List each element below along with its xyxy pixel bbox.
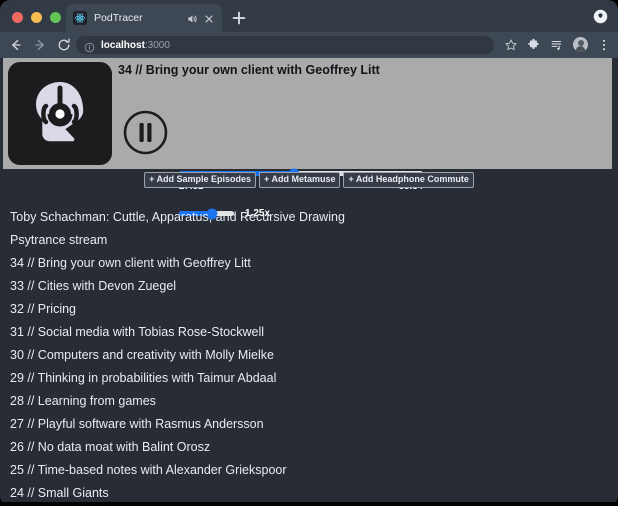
episode-list: Toby Schachman: Cuttle, Apparatus, and R… xyxy=(0,206,618,502)
episode-list-item[interactable]: 25 // Time-based notes with Alexander Gr… xyxy=(0,459,618,482)
new-tab-button[interactable] xyxy=(230,9,248,27)
address-bar-host: localhost xyxy=(101,39,145,51)
episode-list-item[interactable]: 24 // Small Giants xyxy=(0,482,618,502)
maximize-window-button[interactable] xyxy=(50,12,61,23)
episode-list-item[interactable]: 26 // No data moat with Balint Orosz xyxy=(0,436,618,459)
extensions-puzzle-icon[interactable] xyxy=(527,38,541,52)
add-feed-button-group: + Add Sample Episodes + Add Metamuse + Add… xyxy=(0,172,618,188)
speaker-icon[interactable] xyxy=(186,12,198,24)
episode-list-item[interactable]: 29 // Thinking in probabilities with Tai… xyxy=(0,367,618,390)
address-bar-port: :3000 xyxy=(144,39,170,51)
episode-list-item[interactable]: 27 // Playful software with Rasmus Ander… xyxy=(0,413,618,436)
toolbar-icon-group xyxy=(504,37,611,52)
back-arrow-icon[interactable] xyxy=(8,37,24,53)
episode-list-item[interactable]: 28 // Learning from games xyxy=(0,390,618,413)
avatar[interactable] xyxy=(573,37,588,52)
address-bar-url: localhost:3000 xyxy=(101,40,170,51)
episode-list-item[interactable]: Toby Schachman: Cuttle, Apparatus, and R… xyxy=(0,206,618,229)
overflow-menu-icon[interactable] xyxy=(597,38,611,52)
react-logo-icon xyxy=(73,11,87,25)
browser-toolbar: localhost:3000 xyxy=(0,32,618,58)
page-content: 34 // Bring your own client with Geoffre… xyxy=(0,58,618,502)
tab-strip: PodTracer xyxy=(0,0,618,32)
window-traffic-lights xyxy=(12,12,61,23)
browser-window: PodTracer localhost:3000 34 // Bring you… xyxy=(0,0,618,506)
pause-button[interactable] xyxy=(123,110,168,155)
close-tab-icon[interactable] xyxy=(203,12,215,24)
address-bar[interactable]: localhost:3000 xyxy=(76,36,494,54)
episode-list-item[interactable]: Psytrance stream xyxy=(0,229,618,252)
profile-badge-icon[interactable] xyxy=(593,9,608,24)
audio-player-panel: 34 // Bring your own client with Geoffre… xyxy=(3,58,612,219)
episode-list-item[interactable]: 32 // Pricing xyxy=(0,298,618,321)
reload-icon[interactable] xyxy=(56,37,72,53)
podcast-artwork xyxy=(8,62,112,165)
episode-list-item[interactable]: 31 // Social media with Tobias Rose-Stoc… xyxy=(0,321,618,344)
site-info-icon[interactable] xyxy=(84,40,95,52)
add-sample-episodes-button[interactable]: + Add Sample Episodes xyxy=(144,172,257,188)
minimize-window-button[interactable] xyxy=(31,12,42,23)
add-headphone-commute-button[interactable]: + Add Headphone Commute xyxy=(343,172,474,188)
browser-tab[interactable]: PodTracer xyxy=(66,4,222,32)
bookmark-star-icon[interactable] xyxy=(504,38,518,52)
episode-list-item[interactable]: 34 // Bring your own client with Geoffre… xyxy=(0,252,618,275)
now-playing-title: 34 // Bring your own client with Geoffre… xyxy=(118,63,380,77)
forward-arrow-icon[interactable] xyxy=(32,37,48,53)
add-metamuse-button[interactable]: + Add Metamuse xyxy=(259,172,341,188)
media-list-icon[interactable] xyxy=(550,38,564,52)
episode-list-item[interactable]: 30 // Computers and creativity with Moll… xyxy=(0,344,618,367)
tab-title: PodTracer xyxy=(94,12,143,24)
close-window-button[interactable] xyxy=(12,12,23,23)
episode-list-item[interactable]: 33 // Cities with Devon Zuegel xyxy=(0,275,618,298)
